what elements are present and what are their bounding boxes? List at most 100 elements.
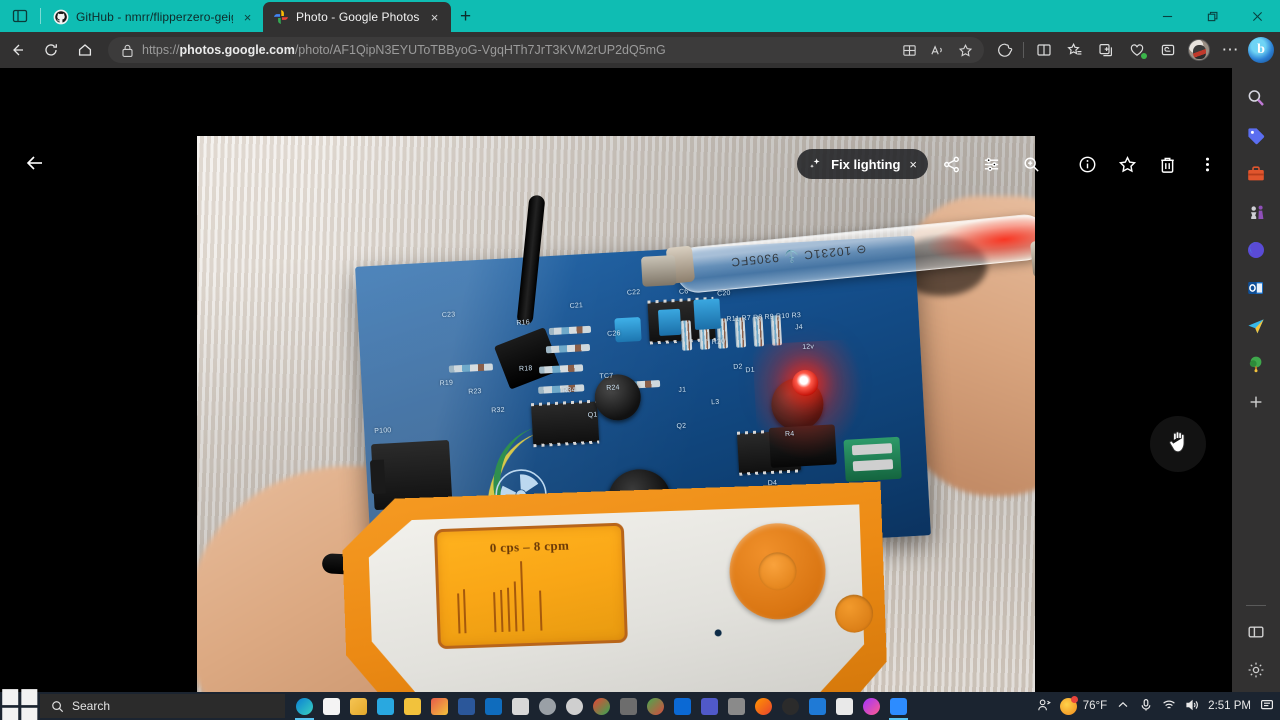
more-settings-icon[interactable]: ⋯: [1215, 35, 1245, 65]
address-bar[interactable]: https://photos.google.com/photo/AF1QipN3…: [108, 37, 984, 63]
wifi-icon[interactable]: [1162, 698, 1176, 715]
favorites-icon[interactable]: [1060, 35, 1090, 65]
tab-close-icon[interactable]: ×: [427, 9, 443, 25]
settings-gear-icon[interactable]: [1240, 654, 1272, 686]
browser-window: GitHub - nmrr/flipperzero-geige × Photo …: [0, 0, 1280, 720]
taskbar-notepad-icon[interactable]: [507, 692, 534, 720]
word-icon: [458, 697, 475, 715]
taskbar-paint-icon[interactable]: [426, 692, 453, 720]
lock-icon: [118, 41, 136, 59]
tab-github[interactable]: GitHub - nmrr/flipperzero-geige ×: [43, 2, 263, 32]
refresh-icon[interactable]: [34, 35, 68, 65]
search-icon[interactable]: [1240, 82, 1272, 114]
tab-close-icon[interactable]: ×: [240, 9, 255, 25]
search-input[interactable]: Search: [40, 694, 285, 718]
file-explorer-icon: [350, 697, 367, 715]
shopping-icon[interactable]: [1122, 35, 1152, 65]
add-icon[interactable]: [1240, 386, 1272, 418]
share-icon[interactable]: [934, 147, 968, 181]
favorite-icon[interactable]: [1110, 147, 1144, 181]
edit-icon[interactable]: [974, 147, 1008, 181]
customize-panel-icon[interactable]: [1240, 616, 1272, 648]
shopping-tag-icon[interactable]: [1240, 120, 1272, 152]
tab-actions-icon[interactable]: [0, 0, 40, 32]
read-aloud-icon[interactable]: [924, 38, 950, 62]
window-controls: [1145, 0, 1280, 32]
taskbar-devices-icon[interactable]: [723, 692, 750, 720]
volume-icon[interactable]: [1185, 698, 1199, 715]
taskbar-zoom-icon[interactable]: [885, 692, 912, 720]
search-placeholder: Search: [72, 699, 111, 713]
microsoft-365-icon[interactable]: [1240, 234, 1272, 266]
outlook-icon[interactable]: [1240, 272, 1272, 304]
zoom-icon[interactable]: [1014, 147, 1048, 181]
tab-divider: [40, 8, 41, 24]
fix-lighting-close-icon[interactable]: ×: [909, 157, 917, 172]
photo-toolbar: Fix lighting ×: [797, 146, 1224, 182]
omnibox-actions: [896, 38, 978, 62]
taskbar-file-explorer-icon[interactable]: [345, 692, 372, 720]
photo-viewer: ⊝ 10231C ⚓ 9305FC C23 C21 R16 R19 R18 R2…: [0, 68, 1232, 720]
weather-widget[interactable]: 76°F: [1059, 695, 1107, 715]
extension-e-icon[interactable]: [1153, 35, 1183, 65]
taskbar-outlook-icon[interactable]: [480, 692, 507, 720]
tab-google-photos[interactable]: Photo - Google Photos ×: [263, 2, 451, 32]
tree-icon[interactable]: [1240, 348, 1272, 380]
google-photos-icon: [273, 9, 289, 25]
delete-icon[interactable]: [1150, 147, 1184, 181]
windows-taskbar: Search 76°F 2:51 PM: [0, 689, 1280, 720]
split-screen-icon[interactable]: [896, 38, 922, 62]
photo-image: ⊝ 10231C ⚓ 9305FC C23 C21 R16 R19 R18 R2…: [197, 136, 1035, 720]
sunny-icon: [1059, 695, 1078, 715]
taskbar-clock-icon[interactable]: [534, 692, 561, 720]
taskbar-dark-circle-app-icon[interactable]: [777, 692, 804, 720]
chevron-up-icon[interactable]: [1116, 698, 1130, 715]
back-icon[interactable]: [0, 35, 34, 65]
taskbar-edge-icon[interactable]: [291, 692, 318, 720]
collections-icon[interactable]: [1091, 35, 1121, 65]
fix-lighting-pill[interactable]: Fix lighting ×: [797, 149, 928, 179]
taskbar-store-icon[interactable]: [318, 692, 345, 720]
tools-icon[interactable]: [1240, 158, 1272, 190]
restore-icon[interactable]: [1190, 0, 1235, 32]
new-tab-button[interactable]: +: [451, 2, 481, 32]
games-icon[interactable]: [1240, 196, 1272, 228]
taskbar-mail-icon[interactable]: [372, 692, 399, 720]
notification-icon[interactable]: [1260, 698, 1274, 715]
browser-essentials-icon[interactable]: [990, 35, 1020, 65]
taskbar-teams-icon[interactable]: [696, 692, 723, 720]
taskbar-onedrive-play-icon[interactable]: [669, 692, 696, 720]
taskbar-paint3d-icon[interactable]: [642, 692, 669, 720]
notepad-icon: [512, 697, 529, 715]
taskbar-yellow-app-icon[interactable]: [399, 692, 426, 720]
taskbar-bing-icon[interactable]: [804, 692, 831, 720]
avatar[interactable]: [1184, 35, 1214, 65]
more-options-icon[interactable]: [1190, 147, 1224, 181]
info-icon[interactable]: [1070, 147, 1104, 181]
edge-sidebar: [1232, 68, 1280, 692]
split-screen-icon[interactable]: [1029, 35, 1059, 65]
windows-start-icon[interactable]: [0, 689, 40, 720]
people-icon[interactable]: [1037, 698, 1051, 715]
paper-plane-icon[interactable]: [1240, 310, 1272, 342]
taskbar-news-icon[interactable]: [831, 692, 858, 720]
copilot-icon[interactable]: b: [1246, 35, 1276, 65]
taskbar-chrome-icon[interactable]: [588, 692, 615, 720]
taskbar-firefox-icon[interactable]: [750, 692, 777, 720]
taskbar-settings-icon[interactable]: [561, 692, 588, 720]
sparkle-icon: [808, 157, 822, 171]
store-icon: [323, 697, 340, 715]
taskbar-calculator-icon[interactable]: [615, 692, 642, 720]
microphone-icon[interactable]: [1139, 698, 1153, 715]
close-icon[interactable]: [1235, 0, 1280, 32]
favorite-star-icon[interactable]: [952, 38, 978, 62]
paint-icon: [431, 697, 448, 715]
clock[interactable]: 2:51 PM: [1208, 700, 1251, 712]
taskbar-word-icon[interactable]: [453, 692, 480, 720]
minimize-icon[interactable]: [1145, 0, 1190, 32]
back-to-photos-button[interactable]: [18, 146, 52, 180]
home-icon[interactable]: [68, 35, 102, 65]
taskbar-messenger-icon[interactable]: [858, 692, 885, 720]
devices-icon: [728, 697, 745, 715]
settings-icon: [566, 697, 583, 715]
